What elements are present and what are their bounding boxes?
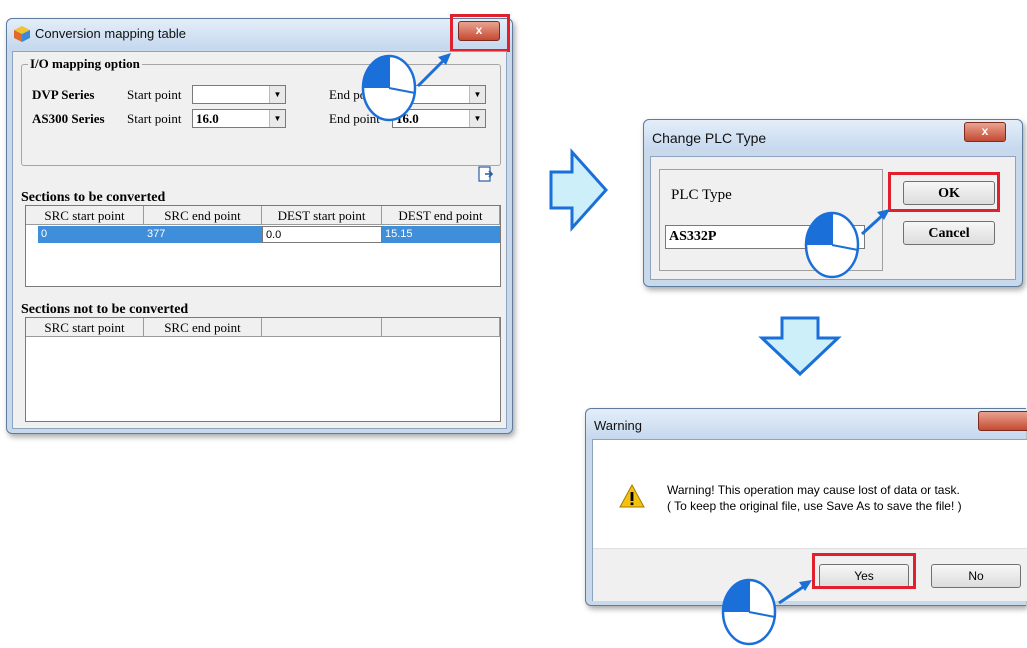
annotation-overlay (361, 53, 890, 646)
mouse-click-icon (361, 54, 417, 122)
pointer-line (778, 583, 807, 605)
mouse-click-icon (804, 211, 860, 279)
pointer-line (416, 56, 448, 88)
flow-arrow-down-icon (758, 316, 842, 377)
mouse-click-icon (721, 578, 777, 646)
pointer-line (860, 212, 886, 236)
flow-arrow-right-icon (549, 148, 609, 232)
